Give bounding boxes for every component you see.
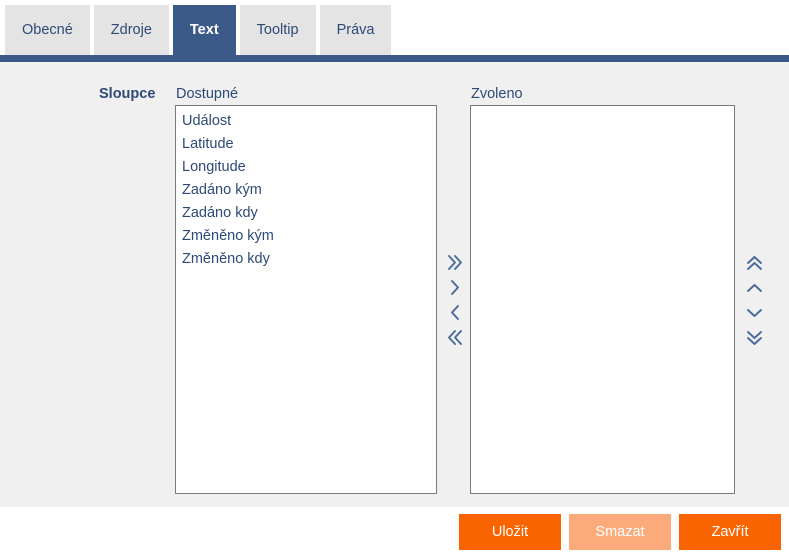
double-chevron-down-icon — [745, 329, 764, 347]
move-up-button[interactable] — [740, 275, 768, 300]
tab-obecné[interactable]: Obecné — [5, 5, 90, 55]
chevron-down-icon — [745, 304, 764, 322]
double-chevron-up-icon — [745, 254, 764, 272]
move-down-button[interactable] — [740, 300, 768, 325]
double-chevron-left-icon — [446, 328, 464, 347]
move-bottom-button[interactable] — [740, 325, 768, 350]
reorder-button-column — [740, 250, 768, 350]
list-item[interactable]: Změněno kdy — [176, 248, 436, 271]
move-top-button[interactable] — [740, 250, 768, 275]
list-item[interactable]: Zadáno kdy — [176, 202, 436, 225]
tab-text[interactable]: Text — [172, 5, 236, 55]
tab-strip: Obecné Zdroje Text Tooltip Práva — [0, 0, 789, 55]
delete-button: Smazat — [569, 514, 671, 550]
move-all-right-button[interactable] — [441, 250, 469, 275]
available-list-caption: Dostupné — [176, 86, 239, 102]
settings-dialog: Obecné Zdroje Text Tooltip Práva Sloupce Dos… — [0, 0, 789, 558]
move-left-button[interactable] — [441, 300, 469, 325]
chevron-up-icon — [745, 279, 764, 297]
close-button[interactable]: Zavřít — [679, 514, 781, 550]
list-item[interactable]: Událost — [176, 110, 436, 133]
tab-práva[interactable]: Práva — [319, 5, 392, 55]
list-item[interactable]: Longitude — [176, 156, 436, 179]
tab-underline-bar — [0, 55, 789, 62]
selected-list-caption: Zvoleno — [471, 86, 523, 102]
list-item[interactable]: Latitude — [176, 133, 436, 156]
tab-tooltip[interactable]: Tooltip — [239, 5, 316, 55]
field-label-sloupce: Sloupce — [99, 86, 156, 102]
chevron-right-icon — [446, 278, 464, 297]
transfer-button-column — [441, 250, 469, 350]
available-columns-listbox[interactable]: Událost Latitude Longitude Zadáno kým Zadáno… — [175, 105, 437, 494]
move-right-button[interactable] — [441, 275, 469, 300]
double-chevron-right-icon — [446, 253, 464, 272]
list-item[interactable]: Zadáno kým — [176, 179, 436, 202]
list-item[interactable]: Změněno kým — [176, 225, 436, 248]
tab-zdroje[interactable]: Zdroje — [93, 5, 169, 55]
save-button[interactable]: Uložit — [459, 514, 561, 550]
chevron-left-icon — [446, 303, 464, 322]
move-all-left-button[interactable] — [441, 325, 469, 350]
selected-columns-listbox[interactable] — [470, 105, 735, 494]
